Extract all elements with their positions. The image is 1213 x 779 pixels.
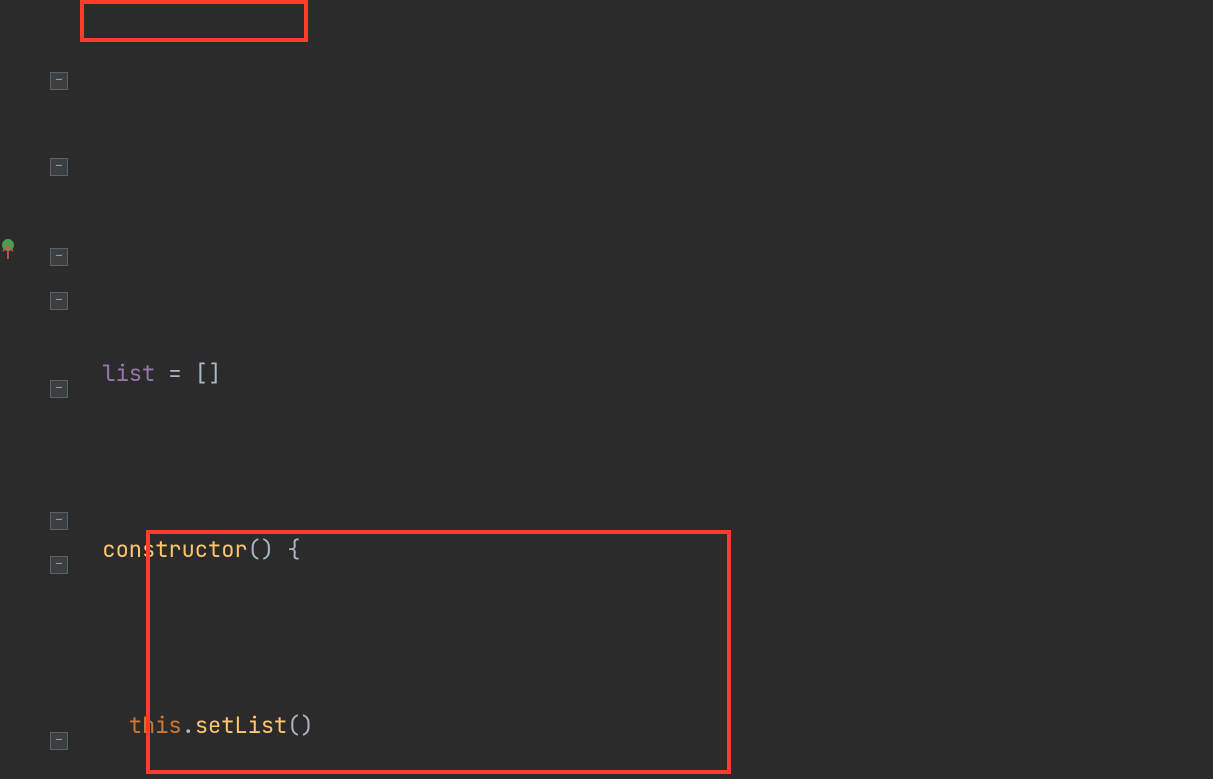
fold-handle[interactable] [50,248,68,266]
fold-handle[interactable] [50,292,68,310]
fold-handle[interactable] [50,158,68,176]
fold-handle[interactable] [50,72,68,90]
fold-handle[interactable] [50,380,68,398]
property-identifier: list [102,359,155,388]
vcs-arrow-up-icon: ↑ [3,247,14,261]
code-area[interactable]: list = [] constructor() { this.setList()… [76,0,1213,779]
code-line[interactable]: constructor() { [76,528,1213,572]
editor-gutter: ↑ [0,0,76,779]
code-line[interactable]: list = [] [76,352,1213,396]
highlight-box-1 [80,0,308,42]
vcs-change-marker[interactable]: ↑ [2,239,14,261]
method-name: constructor [102,535,247,564]
fold-handle[interactable] [50,512,68,530]
code-editor[interactable]: ↑ list = [] constructor() { this.setList… [0,0,1213,779]
fold-column [40,0,76,779]
code-line[interactable]: this.setList() [76,704,1213,748]
fold-handle[interactable] [50,556,68,574]
fold-handle[interactable] [50,732,68,750]
